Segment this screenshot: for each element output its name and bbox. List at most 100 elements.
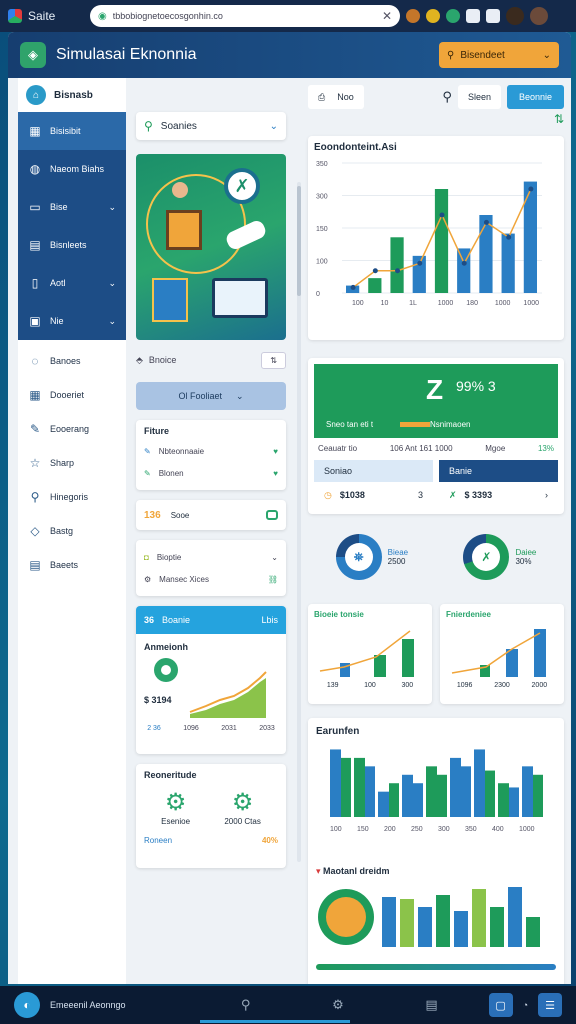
extension-icon[interactable] (446, 9, 460, 23)
avatar[interactable] (530, 7, 548, 25)
bookmark-icon[interactable] (466, 9, 480, 23)
bar (454, 911, 468, 947)
bar (382, 897, 396, 947)
data-point (350, 284, 356, 290)
primary-button[interactable]: Beonnie (506, 85, 564, 109)
sidebar-header-label: Bisnasb (54, 89, 93, 101)
hero-board (166, 210, 202, 250)
box-count: 3 (417, 490, 423, 500)
analytics-card: 36 Boanie Lbis Anmeionh $ 3194 2 36 1096… (136, 606, 286, 754)
sidebar-item-sharp[interactable]: ☆ Sharp (18, 446, 126, 480)
bar (522, 766, 533, 817)
mini-chart-svg (451, 629, 546, 677)
search-chip[interactable]: Sleen (457, 85, 501, 109)
url-bar[interactable]: ◉ tbbobiognetoecosgonhin.co ✕ (90, 5, 400, 27)
middle-column: ⚲ Soanies ⌄ ✗ ⬘ Bnoice ⇅ Ol Fooliaet ⌄ F… (136, 112, 286, 868)
analytics-chart (154, 658, 267, 718)
app-logo-icon: ◈ (20, 42, 46, 68)
heart-icon: ♥ (273, 468, 278, 478)
bar (390, 237, 404, 293)
search-icon[interactable]: ⚲ (241, 997, 251, 1013)
scrollbar-thumb[interactable] (297, 186, 301, 296)
bar (450, 757, 461, 817)
sidebar-item-baeets[interactable]: ▤ Baeets (18, 548, 126, 582)
sidebar-item-bastg[interactable]: ◇ Bastg (18, 514, 126, 548)
sidebar-item-naeom[interactable]: ◍ Naeom Biahs (18, 150, 126, 188)
sidebar-item-bise[interactable]: ▭ Bise ⌄ (18, 188, 126, 226)
feature-item[interactable]: ✎ Blonen ♥ (144, 462, 278, 484)
list-card: ◘ Bioptie ⌄ ⚙ Mansec Xices ⛓ (136, 540, 286, 596)
tag-icon: ◇ (30, 524, 40, 538)
donut-label: Daiee (515, 548, 537, 557)
avatar[interactable] (506, 7, 524, 25)
sidebar-item-label: Bise (50, 202, 68, 212)
x-tick-label: 400 (492, 826, 504, 833)
filter-button[interactable]: Ol Fooliaet ⌄ (136, 382, 286, 410)
bar (485, 770, 495, 817)
banner-caption-2: Nsnimaoen (430, 420, 471, 429)
list-item[interactable]: ◘ Bioptie ⌄ (144, 546, 278, 568)
list-item[interactable]: ⚙ Mansec Xices ⛓ (144, 568, 278, 590)
window-icon[interactable]: ▢ (488, 993, 513, 1017)
settings-icon[interactable]: ⚙ (332, 997, 344, 1013)
chat-icon: ◌ (31, 354, 39, 368)
donut-chart: ✗ (463, 534, 510, 580)
mini-chart-svg (319, 630, 414, 677)
feature-item-label: Blonen (158, 468, 184, 478)
sort-select[interactable]: ⇅ (261, 351, 286, 369)
calendar-icon: ▦ (29, 388, 41, 402)
tick-label: 139 (326, 682, 339, 689)
bar (479, 215, 493, 293)
sidebar-item-label: Baeets (50, 560, 79, 570)
chevron-right-icon: › (545, 490, 548, 500)
chevron-down-icon: ⌄ (108, 315, 116, 326)
search-dropdown[interactable]: ⚲ Soanies ⌄ (136, 112, 286, 140)
mini-charts: Bioeie tonsie 139 100 300 Fnierdeniee 10… (308, 604, 564, 704)
score-label: Sooe (170, 510, 190, 520)
hero-badge-icon: ✗ (224, 168, 260, 204)
chart3-svg (318, 887, 540, 947)
extension-icon[interactable] (426, 9, 440, 23)
header-select[interactable]: ⚲ Bisendeet ⌄ (439, 42, 559, 68)
sidebar-item-bisnleets[interactable]: ▤ Bisnleets (18, 226, 126, 264)
document-icon[interactable]: ▤ (425, 997, 437, 1013)
pencil-icon: ✎ (144, 468, 151, 478)
scrollbar[interactable] (297, 182, 301, 862)
sidebar-item-banoes[interactable]: ◌ Banoes (18, 344, 126, 378)
sidebar-item-aotl[interactable]: ▯ Aotl ⌄ (18, 264, 126, 302)
summary-box[interactable]: Banie ✗ $ 3393 › (439, 460, 558, 508)
sidebar-header[interactable]: ⌂ Bisnasb (18, 78, 126, 112)
clock-icon[interactable]: ◔ (523, 1000, 528, 1010)
view-chip[interactable]: ⎙ Noo (308, 85, 364, 109)
sidebar-item-dooeriet[interactable]: ▦ Dooeriet (18, 378, 126, 412)
close-icon: ✗ (449, 489, 457, 500)
feature-item[interactable]: ✎ Nbteonnaaie ♥ (144, 440, 278, 462)
secure-icon: ◉ (98, 10, 107, 22)
filter-icon[interactable]: ⇅ (308, 112, 564, 132)
share-icon[interactable] (486, 9, 500, 23)
feature-card: Fiture ✎ Nbteonnaaie ♥ ✎ Blonen ♥ (136, 420, 286, 490)
app-launcher-icon[interactable]: ◐ (14, 992, 40, 1018)
close-icon[interactable]: ✕ (382, 9, 392, 23)
donut-chart: ⛯ (335, 534, 382, 580)
extension-icon[interactable] (406, 9, 420, 23)
chevron-down-icon: ⌄ (271, 552, 278, 562)
toggle-icon[interactable] (266, 510, 278, 520)
x-tick-label: 1000 (495, 300, 511, 307)
donut-value: 30% (515, 557, 532, 566)
chart1-title: Eoondonteint.Asi (314, 142, 397, 153)
region-footer: Roneen (144, 836, 173, 845)
search-icon[interactable]: ⚲ (442, 89, 452, 105)
menu-icon[interactable]: ☰ (538, 993, 562, 1017)
sidebar-item-hinegoris[interactable]: ⚲ Hinegoris (18, 480, 126, 514)
sidebar-item-bisisibit[interactable]: ▦ Bisisibit (18, 112, 126, 150)
donut-item: ✗ Daiee 30% (463, 534, 536, 580)
star-icon: ☆ (29, 456, 41, 470)
bar (378, 791, 389, 817)
summary-box[interactable]: Soniao ◷ $1038 3 (314, 460, 433, 508)
document-icon: ▤ (29, 238, 41, 252)
sidebar-item-eooerang[interactable]: ✎ Eooerang (18, 412, 126, 446)
x-tick-label: 1000 (519, 826, 535, 833)
heart-icon: ♥ (273, 446, 278, 456)
sidebar-item-nie[interactable]: ▣ Nie ⌄ (18, 302, 126, 340)
